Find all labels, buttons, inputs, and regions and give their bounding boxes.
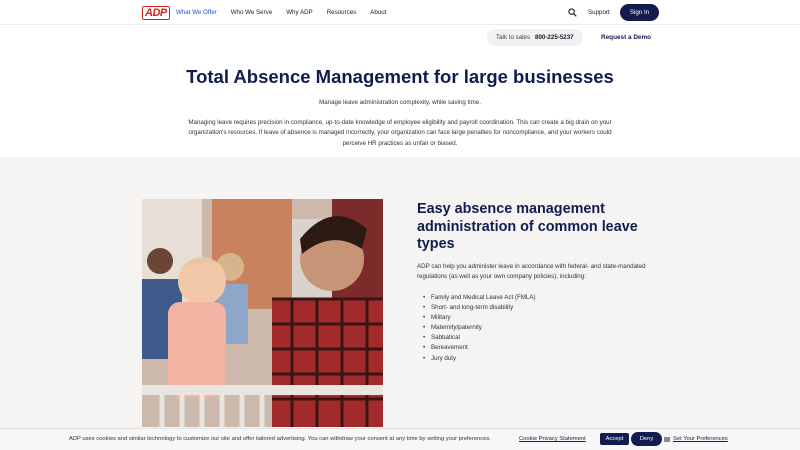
set-preferences-link[interactable]: Set Your Preferences (673, 436, 728, 442)
list-item: Maternity/paternity (423, 323, 536, 333)
feature-body: ADP can help you administer leave in acc… (417, 263, 646, 281)
leave-types-list: Family and Medical Leave Act (FMLA) Shor… (423, 293, 536, 364)
cookie-privacy-link[interactable]: Cookie Privacy Statement (519, 436, 586, 442)
cookie-banner: ADP uses cookies and similar technology … (0, 428, 800, 450)
list-item: Military (423, 313, 536, 323)
sub-bar: Talk to sales 800-225-5237 Request a Demo (0, 29, 800, 47)
top-navigation: ADP What We Offer Who We Serve Why ADP R… (0, 0, 800, 25)
main-nav: What We Offer Who We Serve Why ADP Resou… (176, 9, 386, 16)
page-title: Total Absence Management for large busin… (186, 66, 614, 87)
deny-button[interactable]: Deny (631, 432, 662, 446)
talk-to-sales-pill[interactable]: Talk to sales 800-225-5237 (487, 29, 583, 46)
intro-paragraph: Managing leave requires precision in com… (188, 119, 612, 147)
talk-to-sales-label: Talk to sales (496, 34, 531, 41)
list-item: Jury duty (423, 354, 536, 364)
nav-about[interactable]: About (370, 9, 386, 16)
list-item: Sabbatical (423, 333, 536, 343)
preferences-icon[interactable] (664, 436, 670, 443)
accept-button[interactable]: Accept (600, 433, 629, 445)
search-icon[interactable] (568, 8, 577, 17)
list-item: Short- and long-term disability (423, 303, 536, 313)
sales-phone[interactable]: 800-225-5237 (535, 34, 574, 41)
request-demo-link[interactable]: Request a Demo (601, 34, 651, 41)
nav-what-we-offer[interactable]: What We Offer (176, 9, 217, 16)
cookie-text: ADP uses cookies and similar technology … (69, 436, 491, 442)
list-item: Family and Medical Leave Act (FMLA) (423, 293, 536, 303)
feature-title: Easy absence management administration o… (417, 201, 638, 253)
nav-who-we-serve[interactable]: Who We Serve (231, 9, 273, 16)
nav-why-adp[interactable]: Why ADP (286, 9, 312, 16)
support-link[interactable]: Support (588, 9, 610, 16)
adp-logo[interactable]: ADP (142, 6, 170, 20)
list-item: Bereavement (423, 343, 536, 353)
sign-in-button[interactable]: Sign In (620, 4, 659, 21)
feature-section (0, 157, 800, 450)
family-photo (142, 199, 383, 427)
nav-resources[interactable]: Resources (327, 9, 357, 16)
page-subtitle: Manage leave administration complexity, … (319, 99, 481, 106)
